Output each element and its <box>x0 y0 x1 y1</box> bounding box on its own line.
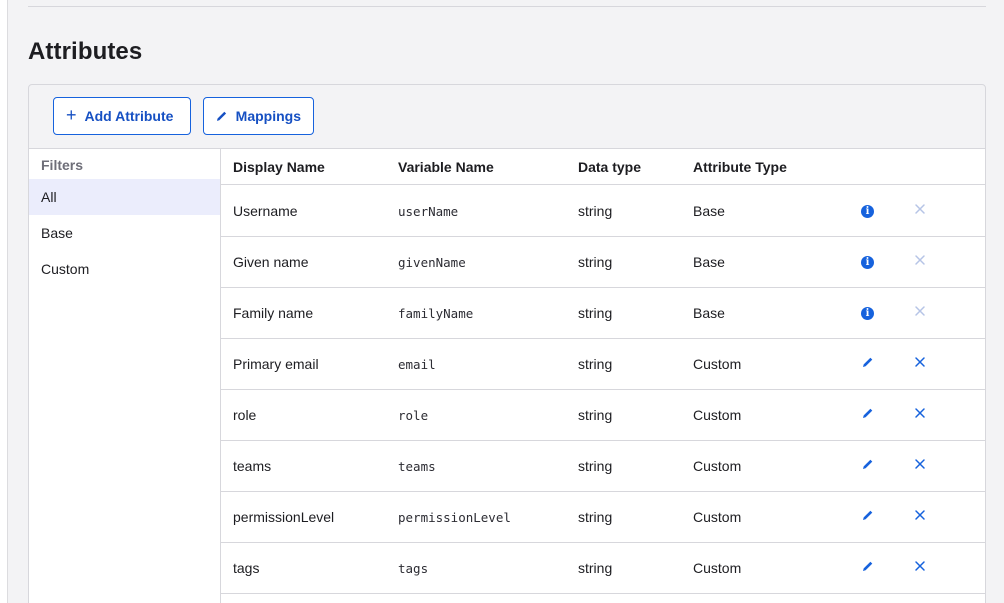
data-type-cell: string <box>578 407 613 423</box>
data-type-cell: string <box>578 458 613 474</box>
column-header-data-type[interactable]: Data type <box>578 159 641 175</box>
data-type-cell: string <box>578 203 613 219</box>
display-name-cell: Primary email <box>233 356 319 372</box>
table-row: role role string Custom <box>221 390 985 441</box>
table-row: Family name familyName string Base i <box>221 288 985 339</box>
variable-name-cell: userName <box>398 204 459 219</box>
table-row: tags tags string Custom <box>221 543 985 594</box>
column-header-attribute-type[interactable]: Attribute Type <box>693 159 787 175</box>
table-row: Username userName string Base i <box>221 186 985 237</box>
close-icon <box>913 304 927 318</box>
add-attribute-label: Add Attribute <box>84 108 174 124</box>
close-icon <box>913 202 927 216</box>
pencil-icon <box>216 111 227 121</box>
data-type-cell: string <box>578 305 613 321</box>
page-title: Attributes <box>28 38 143 65</box>
filter-item-base[interactable]: Base <box>29 215 220 251</box>
edit-icon[interactable] <box>861 457 875 471</box>
info-icon[interactable]: i <box>861 307 874 320</box>
close-icon[interactable] <box>913 508 927 522</box>
section-divider <box>28 6 986 7</box>
attributes-panel: + Add Attribute Mappings Filters All Base… <box>28 84 986 603</box>
close-icon[interactable] <box>913 559 927 573</box>
table-header: Display Name Variable Name Data type Att… <box>221 149 985 185</box>
data-type-cell: string <box>578 560 613 576</box>
variable-name-cell: tags <box>398 561 429 576</box>
attributes-table: Display Name Variable Name Data type Att… <box>221 148 985 603</box>
attribute-type-cell: Base <box>693 203 725 219</box>
mappings-button[interactable]: Mappings <box>203 97 314 135</box>
add-attribute-button[interactable]: + Add Attribute <box>53 97 191 135</box>
info-icon[interactable]: i <box>861 256 874 269</box>
attribute-type-cell: Custom <box>693 458 742 474</box>
display-name-cell: Username <box>233 203 298 219</box>
close-icon[interactable] <box>913 457 927 471</box>
attribute-type-cell: Custom <box>693 509 742 525</box>
edit-icon[interactable] <box>861 355 875 369</box>
variable-name-cell: email <box>398 357 436 372</box>
variable-name-cell: permissionLevel <box>398 510 511 525</box>
display-name-cell: permissionLevel <box>233 509 335 525</box>
edit-icon[interactable] <box>861 406 875 420</box>
data-type-cell: string <box>578 509 613 525</box>
variable-name-cell: givenName <box>398 255 466 270</box>
close-icon[interactable] <box>913 355 927 369</box>
edit-icon[interactable] <box>861 559 875 573</box>
data-type-cell: string <box>578 254 613 270</box>
edit-icon[interactable] <box>861 508 875 522</box>
attribute-type-cell: Base <box>693 254 725 270</box>
attribute-type-cell: Custom <box>693 407 742 423</box>
variable-name-cell: teams <box>398 459 436 474</box>
table-row: Primary email email string Custom <box>221 339 985 390</box>
filter-item-custom[interactable]: Custom <box>29 251 220 287</box>
attribute-type-cell: Custom <box>693 560 742 576</box>
display-name-cell: role <box>233 407 257 423</box>
info-icon[interactable]: i <box>861 205 874 218</box>
close-icon[interactable] <box>913 406 927 420</box>
filters-heading: Filters <box>41 157 84 173</box>
display-name-cell: Family name <box>233 305 314 321</box>
table-row: permissionLevel permissionLevel string Cust… <box>221 492 985 543</box>
display-name-cell: tags <box>233 560 260 576</box>
filters-sidebar: Filters All Base Custom <box>29 148 221 603</box>
attribute-type-cell: Base <box>693 305 725 321</box>
column-header-display-name[interactable]: Display Name <box>233 159 325 175</box>
filter-item-all[interactable]: All <box>29 179 220 215</box>
data-type-cell: string <box>578 356 613 372</box>
table-row: teams teams string Custom <box>221 441 985 492</box>
table-row: Given name givenName string Base i <box>221 237 985 288</box>
left-edge <box>0 0 8 603</box>
variable-name-cell: familyName <box>398 306 474 321</box>
display-name-cell: teams <box>233 458 272 474</box>
attribute-type-cell: Custom <box>693 356 742 372</box>
display-name-cell: Given name <box>233 254 309 270</box>
mappings-label: Mappings <box>235 108 301 124</box>
variable-name-cell: role <box>398 408 429 423</box>
column-header-variable-name[interactable]: Variable Name <box>398 159 494 175</box>
plus-icon: + <box>66 105 77 125</box>
close-icon <box>913 253 927 267</box>
